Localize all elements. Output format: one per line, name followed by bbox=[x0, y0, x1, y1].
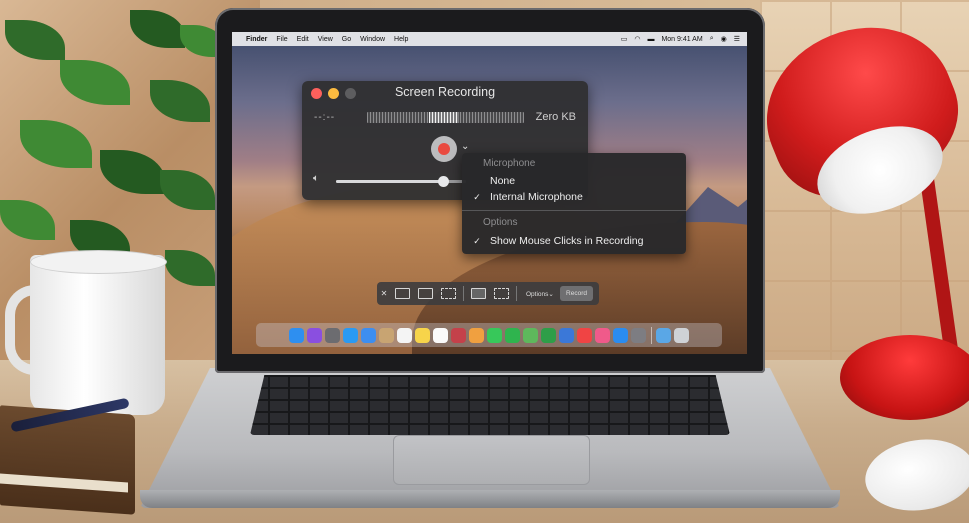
toolbar-divider bbox=[516, 286, 517, 301]
trash-icon[interactable] bbox=[674, 327, 689, 343]
keyboard-rows bbox=[250, 375, 730, 435]
recording-options-menu: Microphone None ✓ Internal Microphone Op… bbox=[462, 153, 686, 254]
toolbar-divider bbox=[463, 286, 464, 301]
coffee-mug bbox=[30, 255, 165, 415]
laptop-base-edge bbox=[140, 490, 840, 508]
maps-icon[interactable] bbox=[523, 327, 538, 343]
options-button[interactable]: Options⌄ bbox=[526, 290, 554, 298]
menu-file[interactable]: File bbox=[276, 36, 287, 43]
spotlight-search-icon[interactable]: ⌕ bbox=[710, 35, 714, 43]
recording-timer: --:-- bbox=[314, 112, 336, 123]
numbers-icon[interactable] bbox=[541, 327, 556, 343]
menu-bar-status: ▭ ◠ ▬ Mon 9:41 AM ⌕ ◉ ☰ bbox=[621, 35, 747, 43]
options-section-header: Options bbox=[483, 217, 518, 228]
downloads-folder-icon[interactable] bbox=[656, 327, 671, 343]
notification-center-icon[interactable]: ☰ bbox=[734, 35, 740, 43]
menu-view[interactable]: View bbox=[318, 36, 333, 43]
mug-rim bbox=[30, 250, 167, 274]
record-selection-icon[interactable] bbox=[494, 288, 509, 299]
app-store-icon[interactable] bbox=[613, 327, 628, 343]
capture-selection-icon[interactable] bbox=[441, 288, 456, 299]
window-title: Screen Recording bbox=[394, 85, 496, 99]
photos-icon[interactable] bbox=[469, 327, 484, 343]
menu-window[interactable]: Window bbox=[360, 36, 385, 43]
menu-item-label: Show Mouse Clicks in Recording bbox=[490, 235, 644, 247]
volume-slider[interactable] bbox=[336, 176, 466, 187]
volume-slider-fill bbox=[336, 180, 443, 183]
record-toolbar-button[interactable]: Record bbox=[560, 286, 593, 301]
system-preferences-icon[interactable] bbox=[631, 327, 646, 343]
checkmark-icon: ✓ bbox=[473, 235, 481, 246]
menu-help[interactable]: Help bbox=[394, 36, 408, 43]
launchpad-icon[interactable] bbox=[325, 327, 340, 343]
finder-icon[interactable] bbox=[289, 327, 304, 343]
facetime-icon[interactable] bbox=[505, 327, 520, 343]
messages-icon[interactable] bbox=[487, 327, 502, 343]
record-button[interactable] bbox=[431, 136, 457, 162]
menu-item-label: None bbox=[490, 175, 516, 187]
audio-level-peak bbox=[429, 112, 459, 123]
contacts-icon[interactable] bbox=[379, 327, 394, 343]
notes-icon[interactable] bbox=[415, 327, 430, 343]
menu-separator bbox=[462, 210, 686, 211]
screen-mirroring-icon[interactable]: ▭ bbox=[621, 35, 628, 43]
file-size-label: Zero KB bbox=[535, 111, 576, 123]
audio-level-meter bbox=[367, 112, 524, 123]
screenshot-toolbar: ✕ Options⌄ Record bbox=[377, 282, 599, 305]
close-toolbar-icon[interactable]: ✕ bbox=[377, 289, 391, 298]
reminders-icon[interactable] bbox=[433, 327, 448, 343]
menu-edit[interactable]: Edit bbox=[297, 36, 309, 43]
menu-item-internal-microphone[interactable]: ✓ Internal Microphone bbox=[470, 190, 678, 204]
calendar-icon[interactable] bbox=[397, 327, 412, 343]
mail-icon[interactable] bbox=[361, 327, 376, 343]
capture-entire-screen-icon[interactable] bbox=[395, 288, 410, 299]
microphone-section-header: Microphone bbox=[483, 158, 536, 169]
safari-icon[interactable] bbox=[343, 327, 358, 343]
dock bbox=[256, 323, 722, 347]
wifi-icon[interactable]: ◠ bbox=[634, 35, 640, 43]
room-scene: Finder File Edit View Go Window Help ▭ ◠… bbox=[0, 0, 969, 523]
news-icon[interactable] bbox=[577, 327, 592, 343]
desk-lamp-base bbox=[840, 335, 969, 420]
menu-item-show-mouse-clicks[interactable]: ✓ Show Mouse Clicks in Recording bbox=[470, 234, 678, 248]
laptop-screen: Finder File Edit View Go Window Help ▭ ◠… bbox=[232, 32, 747, 354]
menu-go[interactable]: Go bbox=[342, 36, 351, 43]
dock-separator bbox=[650, 326, 652, 344]
chevron-down-icon[interactable]: ⌄ bbox=[461, 141, 469, 152]
capture-window-icon[interactable] bbox=[418, 288, 433, 299]
record-dot-icon bbox=[438, 143, 450, 155]
menu-app-name[interactable]: Finder bbox=[246, 36, 267, 43]
keynote-icon[interactable] bbox=[559, 327, 574, 343]
menu-item-none[interactable]: None bbox=[470, 174, 678, 188]
menu-bar: Finder File Edit View Go Window Help ▭ ◠… bbox=[232, 32, 747, 46]
checkmark-icon: ✓ bbox=[473, 191, 481, 202]
itunes-icon[interactable] bbox=[595, 327, 610, 343]
photo-booth-icon[interactable] bbox=[451, 327, 466, 343]
siri-menu-icon[interactable]: ◉ bbox=[721, 35, 727, 43]
menu-clock[interactable]: Mon 9:41 AM bbox=[661, 36, 702, 43]
siri-icon[interactable] bbox=[307, 327, 322, 343]
speaker-icon: 🔈︎ bbox=[313, 173, 319, 184]
record-entire-screen-icon[interactable] bbox=[471, 288, 486, 299]
options-label: Options bbox=[526, 290, 549, 298]
battery-icon[interactable]: ▬ bbox=[647, 36, 654, 43]
volume-slider-knob[interactable] bbox=[437, 176, 449, 187]
menu-item-label: Internal Microphone bbox=[490, 191, 583, 203]
trackpad bbox=[393, 435, 590, 485]
